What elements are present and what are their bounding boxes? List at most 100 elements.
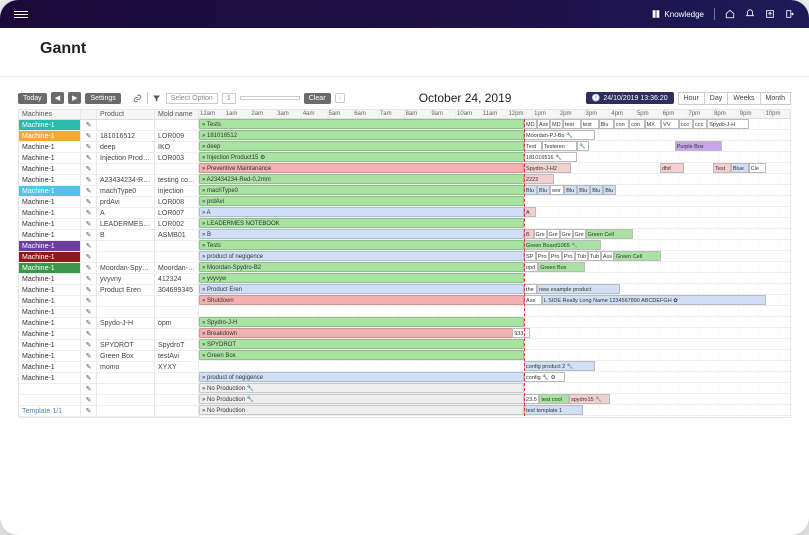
pencil-icon[interactable]: ✎ bbox=[81, 219, 97, 229]
task-row[interactable]: Machine-1✎Moordan-Spydro-B2Moordan-Spydr… bbox=[19, 263, 199, 274]
gantt-chip[interactable]: Gre bbox=[547, 229, 560, 239]
chart-row[interactable]: » yvyvyw bbox=[199, 273, 790, 284]
task-row[interactable]: Machine-1✎ALOR007 bbox=[19, 208, 199, 219]
chart-row[interactable]: » Green Box bbox=[199, 350, 790, 361]
gantt-bar[interactable]: » prdAvi bbox=[199, 196, 524, 206]
machine-cell[interactable]: Machine-1 bbox=[19, 219, 81, 229]
share-icon[interactable] bbox=[335, 93, 345, 103]
gantt-chip[interactable]: Purple Box bbox=[675, 141, 722, 151]
machine-cell[interactable]: Machine-1 bbox=[19, 307, 81, 317]
machine-cell[interactable]: Machine-1 bbox=[19, 351, 81, 361]
gantt-bar[interactable]: » Injection Product15 ⚙ bbox=[199, 152, 524, 162]
chart-row[interactable]: » AA bbox=[199, 207, 790, 218]
gantt-chip[interactable]: Blue bbox=[731, 163, 749, 173]
gantt-chip[interactable]: 933 bbox=[512, 328, 530, 338]
gantt-chip[interactable]: Green Cell bbox=[614, 251, 661, 261]
gantt-bar[interactable]: » B bbox=[199, 229, 524, 239]
task-row[interactable]: ✎ bbox=[19, 395, 199, 406]
gantt-chip[interactable]: test bbox=[563, 119, 581, 129]
gantt-chip[interactable]: 2222 bbox=[524, 174, 554, 184]
gantt-chip[interactable]: config product 2 🔧 bbox=[524, 361, 595, 371]
prev-button[interactable]: ◀ bbox=[51, 92, 64, 104]
gantt-bar[interactable]: » Breakdown bbox=[199, 328, 524, 338]
task-row[interactable]: Machine-1✎SPYDROTSpydroT bbox=[19, 340, 199, 351]
col-product[interactable]: Product bbox=[97, 110, 155, 119]
machine-cell[interactable]: Machine-1 bbox=[19, 329, 81, 339]
chart-row[interactable]: » ShutdownAssL SIDE Really Long Name 123… bbox=[199, 295, 790, 306]
gantt-chip[interactable]: Blu bbox=[590, 185, 603, 195]
machine-cell[interactable]: Machine-1 bbox=[19, 131, 81, 141]
gantt-bar[interactable]: » machType0 bbox=[199, 185, 524, 195]
chart-row[interactable]: » deepTestTesteren🔧Purple Box bbox=[199, 141, 790, 152]
pencil-icon[interactable]: ✎ bbox=[81, 285, 97, 295]
task-row[interactable]: Machine-1✎A23434234-Red-0,2mmtesting con… bbox=[19, 175, 199, 186]
chart-row[interactable]: » No Production 🔧 bbox=[199, 383, 790, 394]
pencil-icon[interactable]: ✎ bbox=[81, 362, 97, 372]
machine-cell[interactable]: Machine-1 bbox=[19, 285, 81, 295]
gantt-bar[interactable]: » deep bbox=[199, 141, 524, 151]
gantt-chip[interactable]: MD bbox=[524, 119, 537, 129]
gantt-chip[interactable]: Gre bbox=[573, 229, 586, 239]
gantt-bar[interactable]: » A bbox=[199, 207, 524, 217]
pencil-icon[interactable]: ✎ bbox=[81, 351, 97, 361]
gantt-bar[interactable]: » product of negigence bbox=[199, 372, 524, 382]
chart-row[interactable]: » LEADERMES NOTEBOOK bbox=[199, 218, 790, 229]
task-row[interactable]: Machine-1✎ bbox=[19, 164, 199, 175]
gantt-chip[interactable]: test template 1 bbox=[524, 405, 583, 415]
gantt-bar[interactable]: » Green Box bbox=[199, 350, 524, 360]
chart-row[interactable]: » machType0BluBluworBluBluBluBlu bbox=[199, 185, 790, 196]
task-row[interactable]: Machine-1✎ bbox=[19, 296, 199, 307]
task-row[interactable]: Machine-1✎machType0injection bbox=[19, 186, 199, 197]
gantt-chip[interactable]: MX bbox=[645, 119, 662, 129]
knowledge-link[interactable]: Knowledge bbox=[651, 9, 704, 19]
pencil-icon[interactable]: ✎ bbox=[81, 395, 97, 405]
chart-row[interactable]: » A23434234-Red-0,2mm2222 bbox=[199, 174, 790, 185]
gantt-bar[interactable]: » No Production 🔧 bbox=[199, 383, 524, 393]
machine-cell[interactable]: Machine-1 bbox=[19, 296, 81, 306]
machine-cell[interactable]: Machine-1 bbox=[19, 274, 81, 284]
task-row[interactable]: Machine-1✎prdAviLOR008 bbox=[19, 197, 199, 208]
search-input[interactable] bbox=[240, 96, 300, 100]
gantt-bar[interactable]: » Shutdown bbox=[199, 295, 524, 305]
task-row[interactable]: Machine-1✎Product Eren304699345 bbox=[19, 285, 199, 296]
gantt-chip[interactable]: B bbox=[524, 229, 533, 239]
gantt-chip[interactable]: Ass bbox=[537, 119, 550, 129]
settings-button[interactable]: Settings bbox=[85, 93, 120, 104]
gantt-chip[interactable]: Pro bbox=[536, 251, 549, 261]
chart-row[interactable]: » prdAvi bbox=[199, 196, 790, 207]
gantt-chip[interactable]: 23.5 bbox=[524, 394, 539, 404]
home-icon[interactable] bbox=[725, 9, 735, 19]
gantt-chip[interactable]: Green Board1065 🔧 bbox=[524, 240, 601, 250]
chart-row[interactable]: » SPYDROT bbox=[199, 339, 790, 350]
gantt-chip[interactable]: Tub bbox=[588, 251, 601, 261]
bell-icon[interactable] bbox=[745, 9, 755, 19]
task-row[interactable]: Machine-1✎deepIKO bbox=[19, 142, 199, 153]
machine-cell[interactable]: Machine-1 bbox=[19, 230, 81, 240]
task-row[interactable]: Machine-1✎momoXYXY bbox=[19, 362, 199, 373]
machine-cell[interactable] bbox=[19, 384, 81, 394]
machine-cell[interactable]: Machine-1 bbox=[19, 362, 81, 372]
task-row[interactable]: Machine-1✎Spydo-J-Hopm bbox=[19, 318, 199, 329]
datetime-tag[interactable]: 🕐 24/10/2019 13:36:20 bbox=[586, 92, 674, 104]
machine-cell[interactable]: Template 1/1 bbox=[19, 406, 81, 416]
gantt-chip[interactable]: Gre bbox=[534, 229, 547, 239]
gantt-chip[interactable]: Green Cell bbox=[586, 229, 633, 239]
gantt-chip[interactable]: con bbox=[629, 119, 644, 129]
gantt-chip[interactable]: SP bbox=[524, 251, 536, 261]
task-row[interactable]: Machine-1✎BASMB01 bbox=[19, 230, 199, 241]
gantt-chip[interactable]: test cool bbox=[539, 394, 569, 404]
gantt-chip[interactable]: config 🔧 ⚙ bbox=[524, 372, 565, 382]
machine-cell[interactable]: Machine-1 bbox=[19, 175, 81, 185]
pencil-icon[interactable]: ✎ bbox=[81, 329, 97, 339]
gantt-chip[interactable]: L SIDE Really Long Name 1234567890 ABCDE… bbox=[542, 295, 767, 305]
gantt-bar[interactable]: » yvyvyw bbox=[199, 273, 524, 283]
gantt-chip[interactable]: Pro bbox=[549, 251, 562, 261]
task-row[interactable]: Machine-1✎ bbox=[19, 373, 199, 384]
task-row[interactable]: Machine-1✎ bbox=[19, 241, 199, 252]
machine-cell[interactable] bbox=[19, 395, 81, 405]
select-number[interactable]: 1 bbox=[222, 93, 236, 104]
gantt-bar[interactable]: » product of negigence bbox=[199, 251, 524, 261]
pencil-icon[interactable]: ✎ bbox=[81, 274, 97, 284]
task-row[interactable]: Machine-1✎ bbox=[19, 252, 199, 263]
machine-cell[interactable]: Machine-1 bbox=[19, 142, 81, 152]
